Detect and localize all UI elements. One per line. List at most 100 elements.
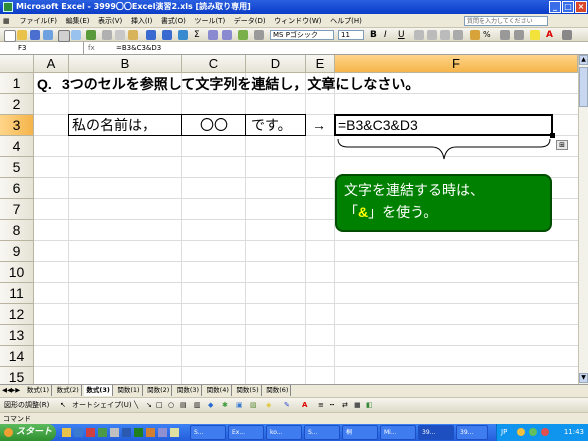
align-right-icon[interactable] bbox=[440, 30, 450, 40]
chart-wizard-icon[interactable] bbox=[238, 30, 248, 40]
rectangle-icon[interactable]: □ bbox=[156, 400, 163, 411]
row-header-9[interactable]: 9 bbox=[0, 241, 34, 262]
font-color-icon[interactable]: A bbox=[546, 30, 556, 40]
quicklaunch-app-icon[interactable] bbox=[110, 428, 119, 437]
scroll-up-arrow-icon[interactable]: ▲ bbox=[579, 55, 588, 65]
taskbar-item[interactable]: S... bbox=[190, 425, 226, 440]
row-header-6[interactable]: 6 bbox=[0, 178, 34, 199]
dash-style-icon[interactable]: ┅ bbox=[330, 400, 334, 411]
cell-a1[interactable]: Q. bbox=[37, 75, 52, 93]
row-header-12[interactable]: 12 bbox=[0, 304, 34, 325]
undo-icon[interactable] bbox=[146, 30, 156, 40]
print-preview-icon[interactable] bbox=[71, 30, 81, 40]
column-header-f[interactable]: F bbox=[335, 55, 578, 73]
tab-function-1[interactable]: 関数(1) bbox=[115, 385, 143, 396]
menu-help[interactable]: ヘルプ(H) bbox=[327, 14, 365, 28]
taskbar-item[interactable]: 桐 bbox=[342, 425, 378, 440]
column-header-b[interactable]: B bbox=[69, 55, 182, 73]
row-header-13[interactable]: 13 bbox=[0, 325, 34, 346]
vertical-textbox-icon[interactable]: ▥ bbox=[194, 400, 201, 411]
decrease-indent-icon[interactable] bbox=[500, 30, 510, 40]
diagram-icon[interactable]: ✱ bbox=[222, 400, 228, 411]
taskbar-item[interactable]: Mi... bbox=[380, 425, 416, 440]
minimize-button[interactable]: _ bbox=[549, 1, 561, 13]
menu-insert[interactable]: 挿入(I) bbox=[128, 14, 156, 28]
tab-formula-2[interactable]: 数式(2) bbox=[55, 385, 82, 396]
menu-data[interactable]: データ(D) bbox=[231, 14, 269, 28]
line-icon[interactable]: ╲ bbox=[134, 400, 138, 411]
column-header-a[interactable]: A bbox=[34, 55, 69, 73]
font-color-draw-icon[interactable]: A bbox=[302, 400, 307, 411]
cut-icon[interactable] bbox=[102, 30, 112, 40]
autoshapes-menu-button[interactable]: オートシェイプ(U) bbox=[72, 400, 132, 411]
sort-descending-icon[interactable] bbox=[222, 30, 232, 40]
select-all-corner[interactable] bbox=[0, 55, 34, 73]
row-header-1[interactable]: 1 bbox=[0, 73, 34, 94]
font-size-select[interactable]: 11 bbox=[338, 30, 364, 40]
row-header-15[interactable]: 15 bbox=[0, 367, 34, 384]
vertical-scrollbar[interactable]: ▲ ▼ bbox=[578, 55, 588, 384]
menu-window[interactable]: ウィンドウ(W) bbox=[271, 14, 324, 28]
draw-menu-button[interactable]: 図形の調整(R) bbox=[4, 400, 49, 411]
scroll-thumb[interactable] bbox=[579, 67, 588, 107]
menu-format[interactable]: 書式(O) bbox=[158, 14, 189, 28]
row-header-5[interactable]: 5 bbox=[0, 157, 34, 178]
cell-b1-question[interactable]: 3つのセルを参照して文字列を連結し，文章にしなさい。 bbox=[62, 75, 419, 93]
formula-input[interactable]: =B3&C3&D3 bbox=[116, 42, 161, 54]
row-header-2[interactable]: 2 bbox=[0, 94, 34, 115]
maximize-button[interactable]: □ bbox=[562, 1, 574, 13]
row-header-10[interactable]: 10 bbox=[0, 262, 34, 283]
quicklaunch-ie-icon[interactable] bbox=[74, 428, 83, 437]
quicklaunch-excel-icon[interactable] bbox=[134, 428, 143, 437]
workbook-icon[interactable]: ▦ bbox=[0, 14, 14, 28]
menu-view[interactable]: 表示(V) bbox=[95, 14, 125, 28]
clipart-icon[interactable]: ▣ bbox=[236, 400, 243, 411]
tab-function-4[interactable]: 関数(4) bbox=[205, 385, 232, 396]
picture-icon[interactable]: ▨ bbox=[250, 400, 257, 411]
tab-formula-3[interactable]: 数式(3) bbox=[84, 385, 113, 396]
arrow-style-icon[interactable]: ⇄ bbox=[342, 400, 348, 411]
hyperlink-icon[interactable] bbox=[178, 30, 188, 40]
quicklaunch-folder-icon[interactable] bbox=[62, 428, 71, 437]
cell-b3[interactable]: 私の名前は， bbox=[72, 116, 156, 134]
cell-e3-arrow[interactable]: → bbox=[312, 116, 326, 134]
toolbar-options-icon[interactable] bbox=[562, 30, 572, 40]
row-header-3[interactable]: 3 bbox=[0, 115, 34, 136]
underline-button[interactable]: U bbox=[398, 30, 408, 40]
smart-tag-icon[interactable]: ⊞ bbox=[556, 140, 568, 150]
column-header-c[interactable]: C bbox=[182, 55, 246, 73]
taskbar-item[interactable]: Ex... bbox=[228, 425, 264, 440]
select-objects-icon[interactable]: ↖ bbox=[60, 400, 66, 411]
fill-color-draw-icon[interactable]: ◈ bbox=[266, 400, 271, 411]
autosum-icon[interactable]: Σ bbox=[194, 30, 204, 40]
italic-button[interactable]: I bbox=[384, 30, 394, 40]
redo-icon[interactable] bbox=[162, 30, 172, 40]
name-box[interactable]: F3 bbox=[0, 42, 84, 54]
sort-ascending-icon[interactable] bbox=[208, 30, 218, 40]
align-left-icon[interactable] bbox=[414, 30, 424, 40]
menu-edit[interactable]: 編集(E) bbox=[63, 14, 93, 28]
tab-function-5[interactable]: 関数(5) bbox=[234, 385, 262, 396]
worksheet-grid[interactable]: A B C D E F 1 2 3 4 5 6 7 8 9 10 11 12 1… bbox=[0, 55, 578, 384]
tab-function-2[interactable]: 関数(2) bbox=[145, 385, 173, 396]
open-folder-icon[interactable] bbox=[17, 30, 27, 40]
tray-icon[interactable] bbox=[517, 428, 525, 436]
language-indicator[interactable]: JP bbox=[501, 424, 507, 441]
textbox-icon[interactable]: ▤ bbox=[180, 400, 187, 411]
quicklaunch-word-icon[interactable] bbox=[122, 428, 131, 437]
font-name-select[interactable]: MS Pゴシック bbox=[270, 30, 334, 40]
scroll-down-arrow-icon[interactable]: ▼ bbox=[579, 373, 588, 383]
line-color-icon[interactable]: ✎ bbox=[284, 400, 290, 411]
function-icon[interactable]: fx bbox=[88, 42, 112, 54]
taskbar-item-active[interactable]: 39... bbox=[418, 425, 454, 440]
cell-c3[interactable]: 〇〇 bbox=[200, 116, 228, 134]
new-file-icon[interactable] bbox=[4, 30, 16, 42]
tab-formula-1[interactable]: 数式(1) bbox=[25, 385, 53, 396]
tray-icon[interactable] bbox=[529, 428, 537, 436]
row-header-4[interactable]: 4 bbox=[0, 136, 34, 157]
row-header-14[interactable]: 14 bbox=[0, 346, 34, 367]
align-center-icon[interactable] bbox=[427, 30, 437, 40]
help-search-input[interactable]: 質問を入力してください bbox=[464, 16, 548, 26]
cell-d3[interactable]: です。 bbox=[251, 116, 292, 134]
permission-icon[interactable] bbox=[43, 30, 53, 40]
